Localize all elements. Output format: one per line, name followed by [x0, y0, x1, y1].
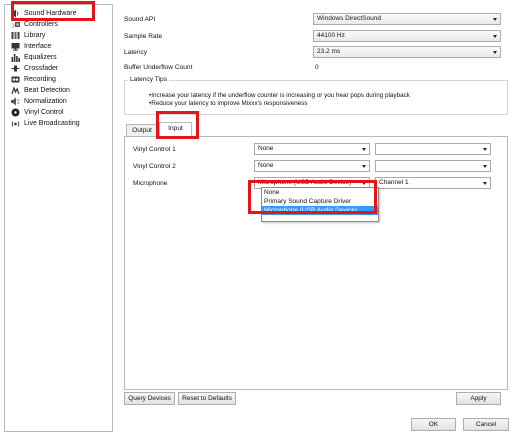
device-option-none[interactable]: None — [262, 188, 378, 197]
button-label: Query Devices — [128, 395, 171, 402]
chevron-down-icon — [362, 182, 366, 185]
sidebar-item-live-broadcasting[interactable]: Live Broadcasting — [11, 118, 111, 129]
preferences-window: Sound Hardware Controllers Library Inter… — [0, 0, 515, 437]
ok-button[interactable]: OK — [411, 418, 456, 431]
chevron-down-icon — [493, 51, 497, 54]
cancel-button[interactable]: Cancel — [463, 418, 509, 431]
tab-label: Input — [168, 125, 183, 132]
sound-api-value: Windows DirectSound — [317, 15, 381, 22]
input-row-label: Microphone — [133, 180, 168, 187]
query-devices-button[interactable]: Query Devices — [124, 392, 175, 405]
sound-api-label: Sound API — [124, 16, 156, 23]
sidebar-item-label: Beat Detection — [24, 87, 70, 94]
chevron-down-icon — [362, 165, 366, 168]
buffer-underflow-label: Buffer Underflow Count — [124, 64, 193, 71]
crossfader-icon — [11, 64, 20, 73]
input-row-label: Vinyl Control 2 — [133, 163, 176, 170]
broadcast-icon — [11, 119, 20, 128]
equalizer-icon — [11, 53, 20, 62]
device-value: None — [258, 162, 274, 169]
input-tab-pane: Vinyl Control 1 None Vinyl Control 2 Non… — [124, 136, 508, 390]
sidebar-item-label: Library — [24, 32, 46, 39]
button-label: OK — [428, 421, 439, 428]
sidebar-item-label: Equalizers — [24, 54, 57, 61]
tab-label: Output — [132, 127, 152, 134]
latency-select[interactable]: 23.2 ms — [313, 46, 501, 58]
vinyl-control-2-channel-select[interactable] — [375, 160, 491, 172]
chevron-down-icon — [362, 148, 366, 151]
sidebar-item-normalization[interactable]: Normalization — [11, 96, 111, 107]
chevron-down-icon — [483, 165, 487, 168]
button-label: Reset to Defaults — [182, 395, 232, 402]
device-option-primary-capture[interactable]: Primary Sound Capture Driver — [262, 197, 378, 206]
sidebar-item-beat-detection[interactable]: Beat Detection — [11, 85, 111, 96]
sidebar-item-controllers[interactable]: Controllers — [11, 19, 111, 30]
tab-input[interactable]: Input — [159, 122, 192, 137]
preferences-sidebar: Sound Hardware Controllers Library Inter… — [4, 4, 113, 432]
apply-button[interactable]: Apply — [456, 392, 501, 405]
vinyl-control-2-device-select[interactable]: None — [254, 160, 370, 172]
button-label: Cancel — [475, 421, 497, 428]
beat-detection-icon — [11, 86, 20, 95]
vinyl-icon — [11, 108, 20, 117]
chevron-down-icon — [483, 148, 487, 151]
vinyl-control-1-channel-select[interactable] — [375, 143, 491, 155]
sidebar-item-label: Vinyl Control — [24, 109, 64, 116]
controller-icon — [11, 20, 20, 29]
sidebar-item-label: Recording — [24, 76, 56, 83]
device-option-usb-microphone[interactable]: Microphone (USB Audio Device) — [262, 206, 378, 215]
sidebar-item-interface[interactable]: Interface — [11, 41, 111, 52]
speaker-icon — [11, 9, 20, 18]
chevron-down-icon — [483, 182, 487, 185]
vinyl-control-1-device-select[interactable]: None — [254, 143, 370, 155]
library-icon — [11, 31, 20, 40]
sound-hardware-panel: Sound API Windows DirectSound Sample Rat… — [119, 4, 511, 412]
sidebar-item-label: Normalization — [24, 98, 67, 105]
normalization-icon — [11, 97, 20, 106]
chevron-down-icon — [493, 18, 497, 21]
sample-rate-label: Sample Rate — [124, 33, 163, 40]
chevron-down-icon — [493, 35, 497, 38]
sidebar-item-equalizers[interactable]: Equalizers — [11, 52, 111, 63]
device-value: Microphone (USB Audio Device) — [258, 179, 352, 186]
sidebar-item-vinyl-control[interactable]: Vinyl Control — [11, 107, 111, 118]
sidebar-item-label: Crossfader — [24, 65, 59, 72]
microphone-channel-select[interactable]: Channel 1 — [375, 177, 491, 189]
latency-tip: •Reduce your latency to improve Mixxx's … — [149, 100, 308, 107]
sidebar-item-label: Live Broadcasting — [24, 120, 80, 127]
sidebar-item-label: Interface — [24, 43, 52, 50]
device-value: None — [258, 145, 274, 152]
latency-label: Latency — [124, 49, 148, 56]
record-icon — [11, 75, 20, 84]
monitor-icon — [11, 42, 20, 51]
latency-tip: •Increase your latency if the underflow … — [149, 92, 410, 99]
sidebar-item-label: Sound Hardware — [24, 10, 77, 17]
latency-tips-title: Latency Tips — [128, 75, 170, 84]
sidebar-item-label: Controllers — [24, 21, 58, 28]
io-tabs: Output Input — [124, 122, 508, 137]
sidebar-item-sound-hardware[interactable]: Sound Hardware — [11, 8, 111, 19]
sound-api-select[interactable]: Windows DirectSound — [313, 13, 501, 25]
sample-rate-value: 44100 Hz — [317, 32, 345, 39]
sidebar-item-recording[interactable]: Recording — [11, 74, 111, 85]
input-row-label: Vinyl Control 1 — [133, 146, 176, 153]
buffer-underflow-count: 0 — [315, 64, 319, 71]
device-dropdown-list: None Primary Sound Capture Driver Microp… — [261, 187, 379, 222]
latency-value: 23.2 ms — [317, 48, 341, 55]
sidebar-item-library[interactable]: Library — [11, 30, 111, 41]
channel-value: Channel 1 — [379, 179, 409, 186]
reset-to-defaults-button[interactable]: Reset to Defaults — [178, 392, 236, 405]
sidebar-item-crossfader[interactable]: Crossfader — [11, 63, 111, 74]
sample-rate-select[interactable]: 44100 Hz — [313, 30, 501, 42]
button-label: Apply — [470, 395, 487, 402]
